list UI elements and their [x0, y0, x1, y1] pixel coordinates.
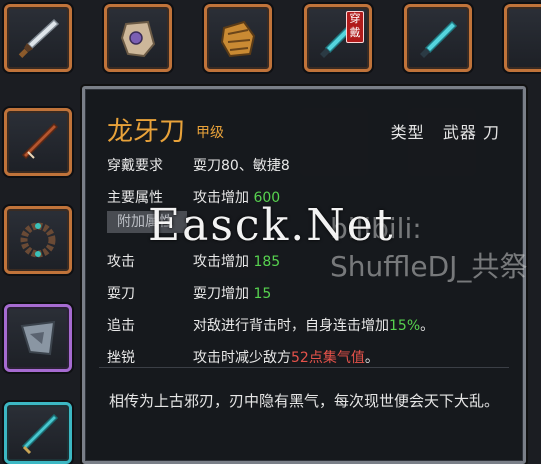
equipped-badge: 穿戴	[346, 11, 364, 43]
inventory-slot-cyan-blade-equipped[interactable]: 穿戴	[304, 4, 372, 72]
gauntlet-icon	[120, 20, 156, 58]
inventory-slot-bead-bracelet[interactable]	[4, 206, 72, 274]
attack-text: 攻击增加	[193, 254, 249, 270]
frustrate-label: 挫锐	[107, 350, 135, 366]
item-description: 相传为上古邪刃，刃中隐有黑气，每次现世便会天下大乱。	[109, 392, 500, 410]
cyan-sword-icon	[21, 413, 59, 455]
spear-icon	[21, 122, 59, 160]
helmet-icon	[20, 320, 56, 356]
sword-icon	[18, 18, 60, 58]
item-name: 龙牙刀	[107, 117, 186, 147]
watermark-main: Easck.Net	[148, 200, 395, 251]
type-value: 武器 刀	[442, 123, 500, 142]
blade-row: 耍刀 耍刀增加 15	[107, 283, 271, 303]
cyan-blade-icon	[420, 20, 458, 58]
frustrate-row: 挫锐 攻击时减少敌方52点集气值。	[107, 347, 379, 367]
inventory-slot-helmet[interactable]	[4, 304, 72, 372]
frustrate-value: 52点集气值	[291, 350, 365, 366]
chase-value: 15%	[389, 318, 421, 334]
inventory-slot-gold-gauntlet[interactable]	[204, 4, 272, 72]
inventory-slot-spear[interactable]	[4, 108, 72, 176]
requirement-row: 穿戴要求 耍刀80、敏捷8	[107, 155, 290, 175]
bead-bracelet-icon	[20, 222, 56, 258]
blade-label: 耍刀	[107, 286, 135, 302]
attack-label: 攻击	[107, 254, 135, 270]
chase-label: 追击	[107, 318, 135, 334]
chase-suffix: 。	[420, 318, 435, 334]
frustrate-suffix: 。	[364, 350, 379, 366]
requirement-value: 耍刀80、敏捷8	[193, 158, 290, 174]
requirement-label: 穿戴要求	[107, 158, 163, 174]
inventory-slot-cyan-blade[interactable]	[404, 4, 472, 72]
chase-text: 对敌进行背击时，自身连击增加	[193, 318, 389, 334]
inventory-slot-partial[interactable]	[504, 4, 541, 72]
blade-text: 耍刀增加	[193, 286, 249, 302]
type-label: 类型	[390, 123, 425, 142]
frustrate-text: 攻击时减少敌方	[193, 350, 291, 366]
tooltip-divider	[99, 367, 509, 368]
item-type: 类型 武器 刀	[391, 119, 500, 143]
blade-value: 15	[253, 286, 272, 302]
inventory-slot-gauntlet[interactable]	[104, 4, 172, 72]
inventory-slot-cyan-sword[interactable]	[4, 402, 72, 464]
attack-row: 攻击 攻击增加 185	[107, 251, 280, 271]
attack-value: 185	[253, 254, 281, 270]
inventory-slot-sword[interactable]	[4, 4, 72, 72]
item-grade: 甲级	[196, 125, 224, 141]
chase-row: 追击 对敌进行背击时，自身连击增加15%。	[107, 315, 434, 335]
gold-gauntlet-icon	[220, 20, 256, 58]
